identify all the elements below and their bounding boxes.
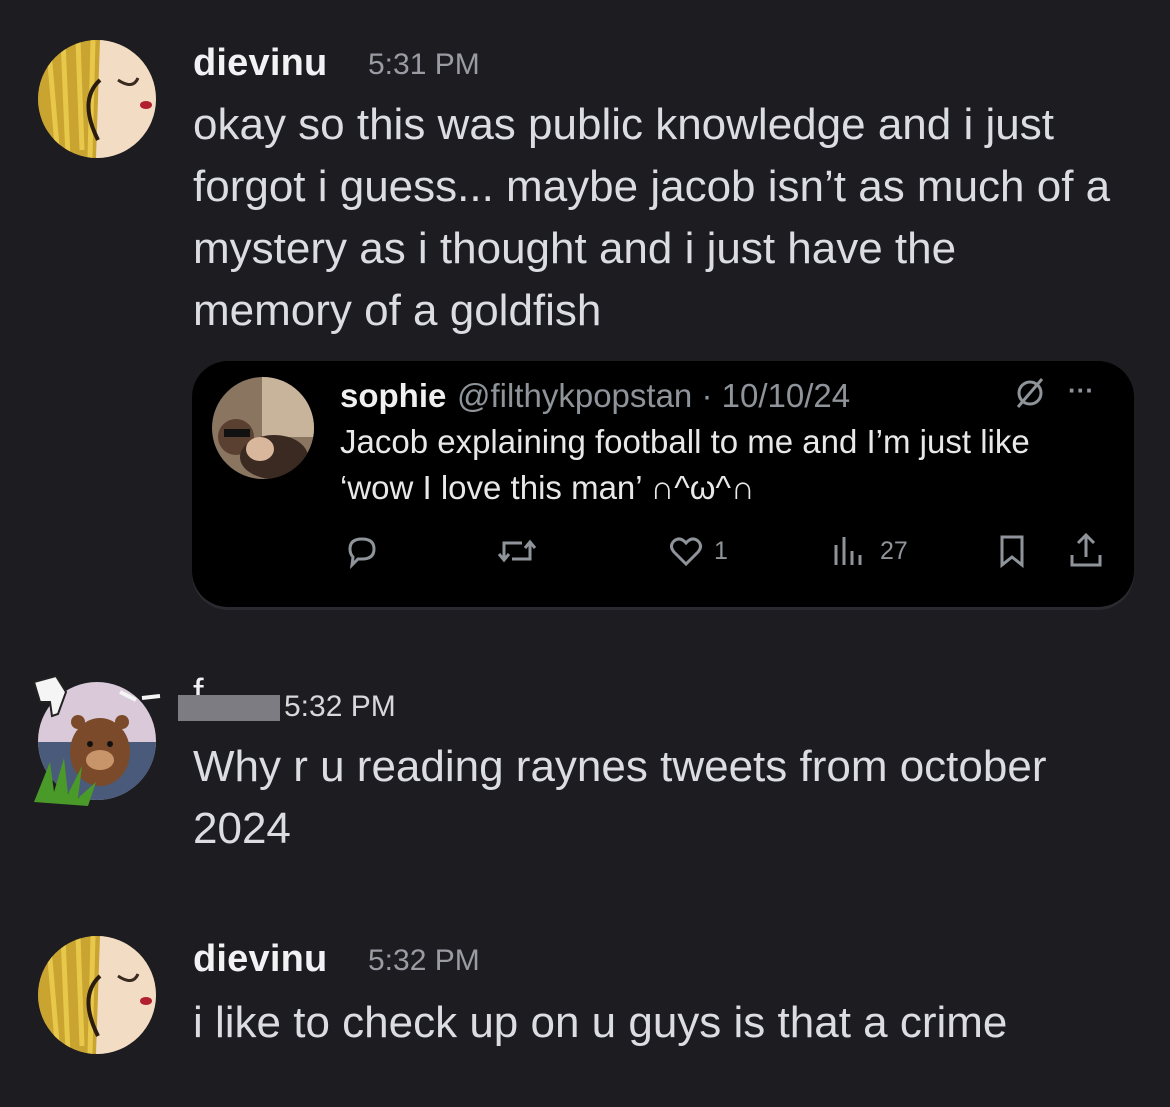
message-text: Why r u reading raynes tweets from octob…	[193, 742, 1047, 853]
timestamp: 5:32 PM	[368, 944, 480, 977]
more-icon[interactable]: ···	[1068, 375, 1094, 406]
message-text: i like to check up on u guys is that a c…	[193, 998, 1008, 1047]
like-count: 1	[714, 537, 728, 565]
reply-icon[interactable]	[344, 533, 380, 574]
hand-decoration	[26, 672, 86, 737]
redaction-bar	[178, 695, 280, 721]
grass-decoration	[30, 752, 100, 817]
author-name[interactable]: dievinu	[193, 42, 327, 85]
timestamp: 5:32 PM	[284, 690, 396, 723]
tweet-handle-date[interactable]: @filthykpopstan · 10/10/24	[457, 377, 850, 415]
view-count: 27	[880, 537, 908, 565]
bookmark-icon[interactable]	[994, 533, 1030, 574]
tweet-text: Jacob explaining football to me and I’m …	[340, 423, 1030, 506]
tweet-author-name[interactable]: sophie	[340, 377, 446, 415]
avatar[interactable]	[38, 40, 156, 158]
share-icon[interactable]	[1068, 531, 1104, 574]
like-icon[interactable]	[668, 533, 704, 574]
message-text: okay so this was public knowledge and i …	[193, 100, 1111, 335]
author-name[interactable]: dievinu	[193, 938, 327, 981]
avatar[interactable]	[38, 936, 156, 1054]
grok-icon[interactable]	[1012, 375, 1048, 416]
tweet-embed[interactable]: sophie @filthykpopstan · 10/10/24 ··· Ja…	[192, 361, 1134, 607]
tweet-avatar[interactable]	[212, 377, 314, 479]
retweet-icon[interactable]	[496, 533, 538, 574]
views-icon[interactable]	[830, 533, 866, 574]
timestamp: 5:31 PM	[368, 48, 480, 81]
sparkle-decoration	[112, 680, 162, 715]
